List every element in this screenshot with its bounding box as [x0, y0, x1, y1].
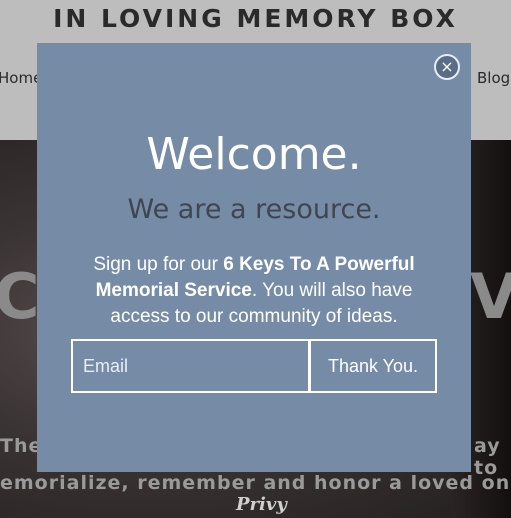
popup-title: Welcome. — [146, 129, 362, 180]
popup-body-text: Sign up for our 6 Keys To A Powerful Mem… — [69, 252, 439, 330]
close-icon[interactable]: × — [434, 54, 460, 80]
nav-item-blog[interactable]: Blog — [477, 69, 510, 87]
popup-body-prefix: Sign up for our — [93, 254, 224, 275]
nav-item-home[interactable]: Home — [0, 69, 42, 87]
hero-heading-left: C — [0, 260, 40, 333]
privy-logo[interactable]: Privy — [236, 494, 287, 515]
email-field[interactable] — [71, 339, 309, 393]
popup-subtitle: We are a resource. — [127, 194, 381, 225]
hero-heading-right: V — [470, 260, 511, 333]
site-title[interactable]: IN LOVING MEMORY BOX — [0, 4, 511, 33]
hero-tagline-line2: emorialize, remember and honor a loved o… — [0, 472, 511, 494]
thank-you-button[interactable]: Thank You. — [309, 339, 437, 393]
signup-popup: × Welcome. We are a resource. Sign up fo… — [37, 43, 471, 472]
